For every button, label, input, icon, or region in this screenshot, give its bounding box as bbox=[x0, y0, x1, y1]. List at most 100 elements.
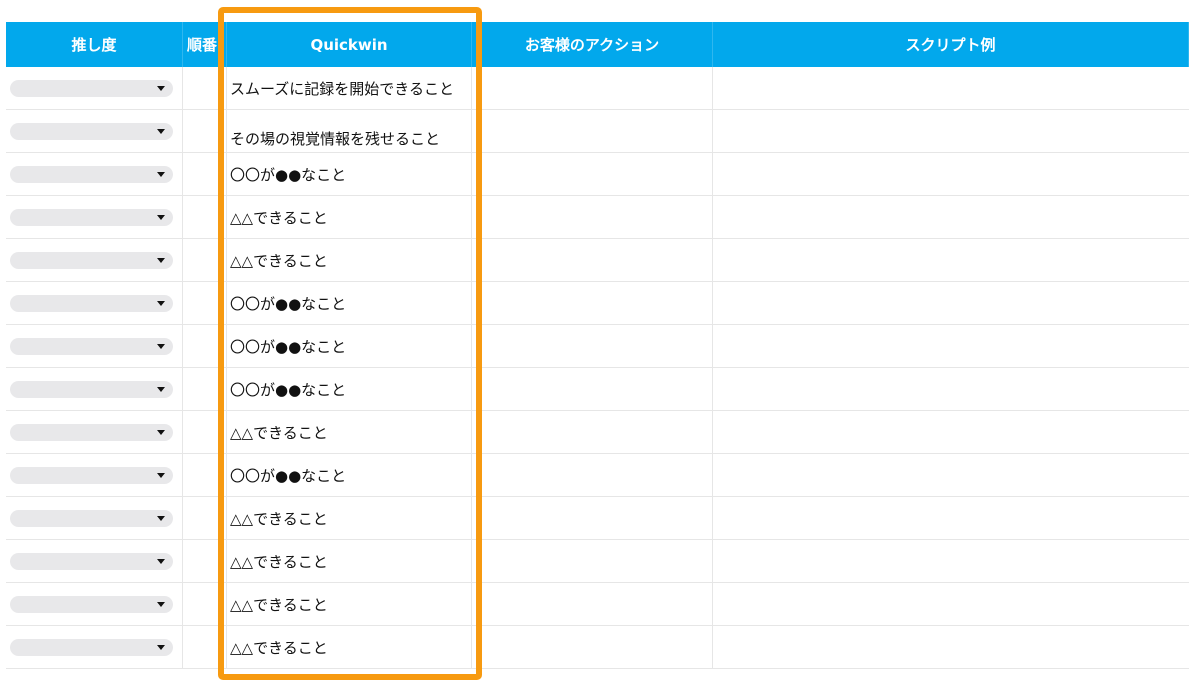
quickwin-cell[interactable]: 〇〇が●●なこと bbox=[227, 368, 472, 410]
customer-action-cell[interactable] bbox=[472, 67, 713, 109]
recommendation-cell bbox=[6, 497, 183, 539]
caret-down-icon[interactable] bbox=[157, 128, 165, 134]
caret-down-icon[interactable] bbox=[157, 85, 165, 91]
order-cell[interactable] bbox=[183, 110, 227, 152]
customer-action-cell[interactable] bbox=[472, 196, 713, 238]
caret-down-icon[interactable] bbox=[157, 429, 165, 435]
order-cell[interactable] bbox=[183, 67, 227, 109]
quickwin-cell[interactable]: 〇〇が●●なこと bbox=[227, 454, 472, 496]
recommendation-dropdown[interactable] bbox=[10, 251, 173, 269]
caret-down-icon[interactable] bbox=[157, 343, 165, 349]
recommendation-dropdown[interactable] bbox=[10, 423, 173, 441]
order-cell[interactable] bbox=[183, 368, 227, 410]
customer-action-cell[interactable] bbox=[472, 540, 713, 582]
order-cell[interactable] bbox=[183, 626, 227, 668]
quickwin-cell[interactable]: △△できること bbox=[227, 583, 472, 625]
table-row: 〇〇が●●なこと bbox=[6, 153, 1189, 196]
script-example-cell[interactable] bbox=[713, 540, 1189, 582]
recommendation-dropdown[interactable] bbox=[10, 208, 173, 226]
quickwin-cell[interactable]: 〇〇が●●なこと bbox=[227, 325, 472, 367]
customer-action-cell[interactable] bbox=[472, 454, 713, 496]
table-row: 〇〇が●●なこと bbox=[6, 454, 1189, 497]
customer-action-cell[interactable] bbox=[472, 153, 713, 195]
order-cell[interactable] bbox=[183, 454, 227, 496]
column-header-order[interactable]: 順番 bbox=[183, 22, 227, 67]
script-example-cell[interactable] bbox=[713, 196, 1189, 238]
customer-action-cell[interactable] bbox=[472, 325, 713, 367]
script-example-cell[interactable] bbox=[713, 110, 1189, 152]
script-example-cell[interactable] bbox=[713, 239, 1189, 281]
caret-down-icon[interactable] bbox=[157, 558, 165, 564]
caret-down-icon[interactable] bbox=[157, 515, 165, 521]
script-example-cell[interactable] bbox=[713, 67, 1189, 109]
quickwin-text: △△できること bbox=[230, 595, 328, 614]
caret-down-icon[interactable] bbox=[157, 386, 165, 392]
quickwin-cell[interactable]: △△できること bbox=[227, 239, 472, 281]
script-example-cell[interactable] bbox=[713, 282, 1189, 324]
customer-action-cell[interactable] bbox=[472, 497, 713, 539]
caret-down-icon[interactable] bbox=[157, 472, 165, 478]
script-example-cell[interactable] bbox=[713, 454, 1189, 496]
customer-action-cell[interactable] bbox=[472, 626, 713, 668]
script-example-cell[interactable] bbox=[713, 411, 1189, 453]
script-example-cell[interactable] bbox=[713, 325, 1189, 367]
script-example-cell[interactable] bbox=[713, 153, 1189, 195]
order-cell[interactable] bbox=[183, 153, 227, 195]
table-row: スムーズに記録を開始できること bbox=[6, 67, 1189, 110]
customer-action-cell[interactable] bbox=[472, 583, 713, 625]
quickwin-cell[interactable]: △△できること bbox=[227, 540, 472, 582]
script-example-cell[interactable] bbox=[713, 497, 1189, 539]
quickwin-cell[interactable]: その場の視覚情報を残せること bbox=[227, 110, 472, 152]
quickwin-cell[interactable]: △△できること bbox=[227, 626, 472, 668]
recommendation-cell bbox=[6, 196, 183, 238]
recommendation-cell bbox=[6, 67, 183, 109]
caret-down-icon[interactable] bbox=[157, 257, 165, 263]
caret-down-icon[interactable] bbox=[157, 644, 165, 650]
recommendation-dropdown[interactable] bbox=[10, 638, 173, 656]
recommendation-cell bbox=[6, 239, 183, 281]
order-cell[interactable] bbox=[183, 325, 227, 367]
recommendation-dropdown[interactable] bbox=[10, 337, 173, 355]
order-cell[interactable] bbox=[183, 196, 227, 238]
recommendation-dropdown[interactable] bbox=[10, 380, 173, 398]
recommendation-dropdown[interactable] bbox=[10, 595, 173, 613]
recommendation-dropdown[interactable] bbox=[10, 165, 173, 183]
recommendation-dropdown[interactable] bbox=[10, 552, 173, 570]
order-cell[interactable] bbox=[183, 497, 227, 539]
caret-down-icon[interactable] bbox=[157, 214, 165, 220]
column-header-quickwin[interactable]: Quickwin bbox=[227, 22, 472, 67]
recommendation-dropdown[interactable] bbox=[10, 122, 173, 140]
column-header-script-example[interactable]: スクリプト例 bbox=[713, 22, 1189, 67]
order-cell[interactable] bbox=[183, 239, 227, 281]
order-cell[interactable] bbox=[183, 411, 227, 453]
order-cell[interactable] bbox=[183, 540, 227, 582]
quickwin-cell[interactable]: △△できること bbox=[227, 497, 472, 539]
column-header-customer-action[interactable]: お客様のアクション bbox=[472, 22, 713, 67]
caret-down-icon[interactable] bbox=[157, 171, 165, 177]
quickwin-text: △△できること bbox=[230, 638, 328, 657]
order-cell[interactable] bbox=[183, 583, 227, 625]
quickwin-cell[interactable]: 〇〇が●●なこと bbox=[227, 153, 472, 195]
order-cell[interactable] bbox=[183, 282, 227, 324]
customer-action-cell[interactable] bbox=[472, 282, 713, 324]
customer-action-cell[interactable] bbox=[472, 239, 713, 281]
recommendation-dropdown[interactable] bbox=[10, 509, 173, 527]
customer-action-cell[interactable] bbox=[472, 368, 713, 410]
quickwin-cell[interactable]: △△できること bbox=[227, 411, 472, 453]
caret-down-icon[interactable] bbox=[157, 300, 165, 306]
quickwin-cell[interactable]: 〇〇が●●なこと bbox=[227, 282, 472, 324]
recommendation-dropdown[interactable] bbox=[10, 466, 173, 484]
recommendation-cell bbox=[6, 583, 183, 625]
column-header-recommendation[interactable]: 推し度 bbox=[6, 22, 183, 67]
script-example-cell[interactable] bbox=[713, 368, 1189, 410]
script-example-cell[interactable] bbox=[713, 583, 1189, 625]
customer-action-cell[interactable] bbox=[472, 110, 713, 152]
quickwin-cell[interactable]: △△できること bbox=[227, 196, 472, 238]
script-example-cell[interactable] bbox=[713, 626, 1189, 668]
recommendation-dropdown[interactable] bbox=[10, 294, 173, 312]
recommendation-dropdown[interactable] bbox=[10, 79, 173, 97]
quickwin-text: 〇〇が●●なこと bbox=[230, 165, 347, 184]
quickwin-cell[interactable]: スムーズに記録を開始できること bbox=[227, 67, 472, 109]
caret-down-icon[interactable] bbox=[157, 601, 165, 607]
customer-action-cell[interactable] bbox=[472, 411, 713, 453]
